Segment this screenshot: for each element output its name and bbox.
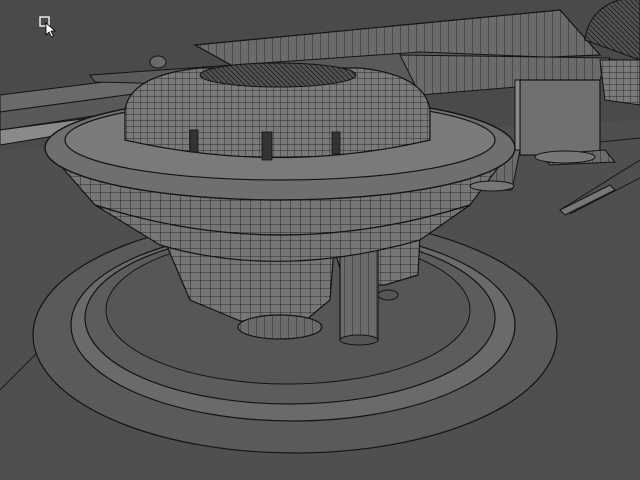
3d-viewport[interactable] bbox=[0, 0, 640, 480]
selection-cursor-icon bbox=[39, 16, 59, 38]
viewport-canvas[interactable] bbox=[0, 0, 640, 480]
